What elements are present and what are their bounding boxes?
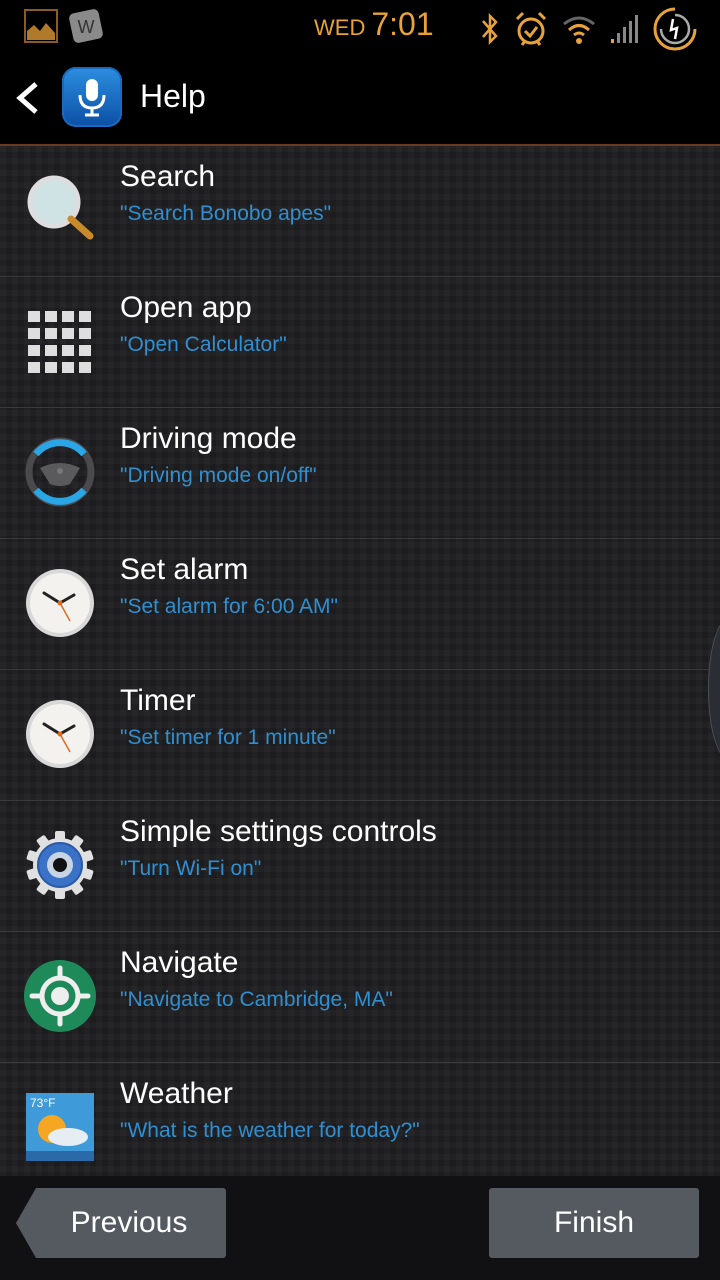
grid-square [45,362,57,373]
status-bar: W WED 7:01 [0,0,720,52]
grid-square [79,362,91,373]
weather-temp: 73°F [30,1096,55,1110]
settings-gear-icon [26,831,94,899]
grid-square [79,328,91,339]
clock: WED 7:01 [314,6,434,43]
command-example: "Open Calculator" [120,333,287,356]
command-example: "Navigate to Cambridge, MA" [120,988,393,1011]
command-label: Simple settings controls [120,815,437,848]
command-label: Navigate [120,946,239,979]
command-example: "Search Bonobo apes" [120,202,332,225]
finish-button[interactable]: Finish [489,1188,699,1258]
steering-wheel-icon [25,437,95,507]
magnifier-icon [27,175,94,240]
svg-text:W: W [78,17,95,37]
action-bar: Help [0,52,720,146]
grid-square [28,345,40,356]
back-chevron-icon[interactable] [12,80,44,116]
voice-microphone-icon[interactable] [62,67,122,127]
command-label: Timer [120,684,196,717]
previous-button[interactable]: Previous [16,1188,226,1258]
navigate-target-icon [24,960,96,1032]
w-app-icon: W [69,9,103,43]
command-label: Open app [120,291,252,324]
battery-charging-icon [653,7,697,51]
list-item-simple-settings[interactable]: Simple settings controls "Turn Wi-Fi on" [0,801,720,932]
command-label: Driving mode [120,422,297,455]
list-item-timer[interactable]: Timer "Set timer for 1 minute" [0,670,720,801]
command-label: Set alarm [120,553,249,586]
command-example: "Set timer for 1 minute" [120,726,336,749]
command-example: "Set alarm for 6:00 AM" [120,595,338,618]
command-example: "What is the weather for today?" [120,1119,420,1142]
list-item-navigate[interactable]: Navigate "Navigate to Cambridge, MA" [0,932,720,1063]
grid-square [28,362,40,373]
list-item-set-alarm[interactable]: Set alarm "Set alarm for 6:00 AM" [0,539,720,670]
signal-icon [611,15,638,43]
grid-square [45,328,57,339]
grid-square [62,345,74,356]
grid-square [28,311,40,322]
command-label: Search [120,160,216,193]
bluetooth-icon [482,12,498,46]
wifi-icon [563,16,595,44]
clock-day: WED [314,15,366,40]
gallery-icon [24,9,58,43]
weather-icon: 73°F [26,1093,94,1161]
grid-square [62,362,74,373]
grid-square [28,328,40,339]
list-item-search[interactable]: Search "Search Bonobo apes" [0,146,720,277]
footer-nav: Previous Finish [0,1176,720,1280]
command-example: "Turn Wi-Fi on" [120,857,262,880]
list-item-open-app[interactable]: Open app "Open Calculator" [0,277,720,408]
grid-square [45,345,57,356]
clock-icon [26,569,94,637]
clock-time: 7:01 [371,6,434,42]
app-grid-icon [28,311,91,373]
command-label: Weather [120,1077,233,1110]
grid-square [62,311,74,322]
list-item-weather[interactable]: 73°F Weather "What is the weather for to… [0,1063,720,1193]
grid-square [45,311,57,322]
grid-square [62,328,74,339]
clock-icon [26,700,94,768]
command-example: "Driving mode on/off" [120,464,317,487]
page-title: Help [140,78,206,114]
command-list: Search "Search Bonobo apes" Open app "Op… [0,146,720,1176]
grid-square [79,311,91,322]
grid-square [79,345,91,356]
alarm-icon [515,11,547,46]
list-item-driving-mode[interactable]: Driving mode "Driving mode on/off" [0,408,720,539]
